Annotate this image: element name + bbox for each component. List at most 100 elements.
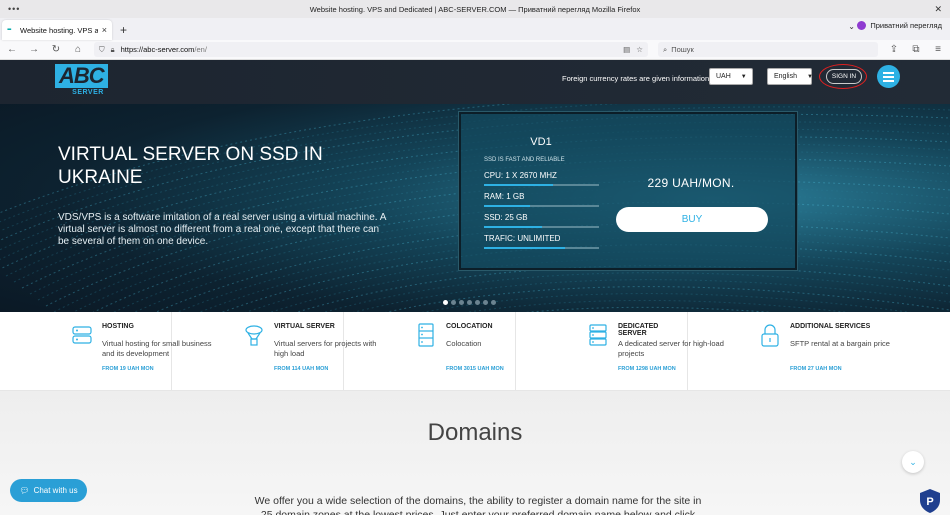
dedicated-server-icon [589, 324, 607, 346]
service-price: FROM 27 UAH MON [790, 366, 842, 372]
address-bar[interactable]: ⛉ 🔒︎ https://abc-server.com/en/ ▤ ☆ [94, 42, 648, 57]
service-card-dedicated-server[interactable]: DEDICATED SERVER A dedicated server for … [516, 312, 724, 391]
service-price: FROM 1298 UAH MON [618, 366, 676, 372]
plan-subtitle: SSD IS FAST AND RELIABLE [484, 157, 565, 163]
window-menu-icon[interactable]: ••• [8, 4, 20, 14]
browser-tab[interactable]: ▪▪▪ Website hosting. VPS and D × [2, 20, 112, 40]
tab-close-icon[interactable]: × [102, 25, 107, 35]
spec-bar-fill [484, 247, 565, 249]
slider-dot[interactable] [475, 300, 480, 305]
logo-mark: ABC [55, 64, 108, 88]
currency-note: Foreign currency rates are given informa… [562, 74, 710, 83]
reload-icon[interactable]: ↻ [50, 44, 62, 55]
services-strip: HOSTING Virtual hosting for small busine… [0, 312, 950, 391]
plan-spec-cpu: CPU: 1 X 2670 MHZ [484, 171, 599, 186]
service-card-hosting[interactable]: HOSTING Virtual hosting for small busine… [0, 312, 212, 391]
chat-button-label: Chat with us [33, 486, 78, 495]
plan-spec-label: TRAFIC: UNLIMITED [484, 234, 561, 243]
new-tab-icon[interactable]: + [120, 23, 127, 37]
tab-title: Website hosting. VPS and D [20, 25, 98, 35]
tab-list-chevron-icon[interactable]: ⌄ [848, 22, 855, 31]
service-name: ADDITIONAL SERVICES [790, 323, 871, 330]
language-value: English [774, 73, 797, 80]
search-icon: ⌕ [663, 44, 668, 54]
slider-dot[interactable] [491, 300, 496, 305]
service-card-additional-services[interactable]: ADDITIONAL SERVICES SFTP rental at a bar… [688, 312, 950, 391]
back-icon[interactable]: ← [6, 44, 18, 55]
url-host: https://abc-server.com [120, 45, 195, 54]
privacy-shield-icon[interactable]: P [918, 488, 942, 514]
plan-spec-ram: RAM: 1 GB [484, 192, 599, 207]
service-name: HOSTING [102, 323, 134, 330]
plan-spec-label: CPU: 1 X 2670 MHZ [484, 171, 557, 180]
service-price: FROM 3015 UAH MON [446, 366, 504, 372]
service-card-virtual-server[interactable]: VIRTUAL SERVER Virtual servers for proje… [172, 312, 376, 391]
language-select[interactable]: English ▼ [767, 68, 813, 85]
svg-text:P: P [926, 496, 933, 508]
service-name: DEDICATED SERVER [618, 323, 659, 337]
forward-icon[interactable]: → [28, 44, 40, 55]
lock-icon[interactable]: 🔒︎ [111, 45, 115, 55]
sign-in-button[interactable]: SIGN IN [826, 69, 862, 84]
spec-bar [484, 226, 599, 228]
domains-section: Domains We offer you a wide selection of… [0, 391, 950, 515]
site-logo[interactable]: ABC SERVER [55, 64, 121, 98]
chevron-down-icon: ⌄ [909, 456, 917, 467]
spec-bar [484, 247, 599, 249]
service-description: SFTP rental at a bargain price [790, 339, 890, 348]
spec-bar-fill [484, 184, 553, 186]
site-favicon-icon: ▪▪▪ [7, 27, 11, 33]
window-close-icon[interactable]: ✕ [934, 4, 942, 15]
hosting-icon [72, 326, 92, 344]
lock-icon [761, 324, 779, 347]
chat-button[interactable]: 💬︎ Chat with us [10, 479, 87, 502]
plan-card: VD1 SSD IS FAST AND RELIABLE CPU: 1 X 26… [459, 112, 797, 270]
pocket-save-icon[interactable]: ⇪ [888, 44, 900, 55]
service-name: COLOCATION [446, 323, 493, 330]
hero-title: VIRTUAL SERVER ON SSD IN UKRAINE [58, 144, 323, 188]
search-placeholder: Пошук [671, 45, 694, 54]
service-name: VIRTUAL SERVER [274, 323, 335, 330]
slider-dot[interactable] [459, 300, 464, 305]
domains-title: Domains [427, 419, 523, 446]
spec-bar [484, 205, 599, 207]
search-bar[interactable]: ⌕ Пошук [658, 42, 878, 57]
navigation-toolbar: ← → ↻ ⌂ ⛉ 🔒︎ https://abc-server.com/en/ … [0, 40, 950, 60]
private-mask-icon [857, 21, 867, 30]
spec-bar [484, 184, 599, 186]
slider-dot[interactable] [467, 300, 472, 305]
tab-strip: ▪▪▪ Website hosting. VPS and D × + ⌄ При… [0, 18, 950, 40]
plan-spec-ssd: SSD: 25 GB [484, 213, 599, 228]
plan-spec-label: SSD: 25 GB [484, 213, 528, 222]
private-browsing-indicator: Приватний перегляд [857, 21, 942, 30]
service-card-colocation[interactable]: COLOCATION Colocation FROM 3015 UAH MON [344, 312, 516, 391]
chat-bubble-icon: 💬︎ [19, 486, 30, 495]
web-page: VIRTUAL SERVER ON SSD IN UKRAINE VDS/VPS… [0, 60, 950, 515]
app-menu-icon[interactable]: ≡ [932, 44, 944, 55]
home-icon[interactable]: ⌂ [72, 44, 84, 55]
private-browsing-label: Приватний перегляд [870, 21, 942, 30]
plan-price: 229 UAH/MON. [647, 176, 735, 190]
extensions-icon[interactable]: ⧉ [910, 44, 922, 55]
buy-button[interactable]: BUY [616, 207, 768, 232]
reader-view-icon[interactable]: ▤ [623, 45, 630, 54]
bookmark-star-icon[interactable]: ☆ [636, 45, 643, 54]
slider-dots [443, 300, 496, 305]
slider-dot[interactable] [443, 300, 448, 305]
slider-dot[interactable] [483, 300, 488, 305]
plan-spec-label: RAM: 1 GB [484, 192, 525, 201]
site-header: ABC SERVER Foreign currency rates are gi… [0, 60, 950, 104]
spec-bar-fill [484, 205, 530, 207]
plan-name: VD1 [530, 136, 552, 148]
site-info-shield-icon[interactable]: ⛉ [99, 45, 105, 55]
slider-dot[interactable] [451, 300, 456, 305]
scroll-down-button[interactable]: ⌄ [902, 451, 924, 473]
url-path: /en/ [194, 45, 207, 54]
spec-bar-fill [484, 226, 542, 228]
logo-subtext: SERVER [72, 89, 104, 96]
plan-spec-traffic: TRAFIC: UNLIMITED [484, 234, 599, 249]
hamburger-menu-button[interactable] [877, 65, 900, 88]
domains-description: We offer you a wide selection of the dom… [254, 495, 702, 515]
service-price: FROM 114 UAH MON [274, 366, 329, 372]
currency-select[interactable]: UAH ▼ [709, 68, 753, 85]
